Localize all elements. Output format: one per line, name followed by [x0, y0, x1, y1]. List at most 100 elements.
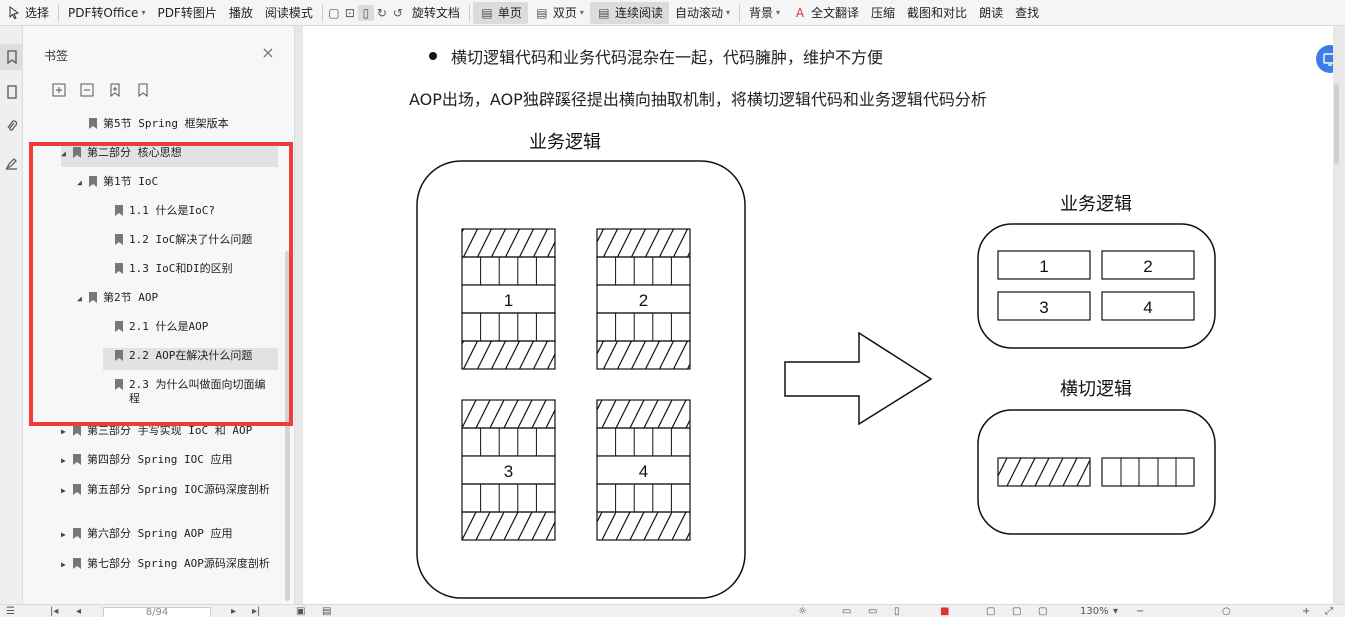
fit-width-icon[interactable]: ▢ — [986, 605, 995, 617]
zoom-slider-handle[interactable]: ○ — [1222, 605, 1231, 617]
extracted-business-block: 2 — [1101, 250, 1195, 280]
sidebar-toggle-icon[interactable]: ☰ — [6, 605, 15, 617]
translate-icon: A — [795, 5, 805, 20]
zoom-level[interactable]: 130% — [1080, 605, 1109, 617]
zoom-out-icon[interactable]: − — [1136, 605, 1144, 617]
bookmark-item[interactable]: ▶ 第六部分 Spring AOP 应用 — [61, 526, 278, 556]
page-icon[interactable]: ▯ — [357, 4, 374, 21]
bookmark-item[interactable]: ▶ 第五部分 Spring IOC源码深度剖析 — [61, 482, 278, 512]
business-module-block: 1 — [461, 228, 556, 370]
bookmark-item[interactable]: ▶ 第三部分 手写实现 IoC 和 AOP — [61, 423, 278, 453]
expand-triangle-icon[interactable]: ▶ — [61, 486, 71, 495]
collapse-triangle-icon[interactable]: ◢ — [77, 294, 87, 303]
bookmark-item[interactable]: 第5节 Spring 框架版本 — [77, 116, 278, 138]
toolbar-item-2[interactable]: PDF转图片 — [151, 2, 222, 24]
brightness-icon[interactable]: ☼ — [798, 605, 807, 617]
toolbar-item-8[interactable]: ▤ 连续阅读 — [589, 1, 669, 24]
bookmark-item[interactable]: 2.2 AOP在解决什么问题 — [103, 348, 278, 370]
toolbar-item-4[interactable]: 阅读模式 — [259, 2, 319, 24]
status-bar: ☰ |◂ ◂ 8/94 ▸ ▸| ▣ ▤ ☼ ▭ ▭ ▯ ■ ▢ ▢ ▢ 130… — [0, 604, 1345, 617]
toolbar-item-7[interactable]: ▤ 双页 ▾ — [528, 2, 590, 24]
toolbar-item-label: PDF转图片 — [157, 6, 217, 20]
first-page-icon[interactable]: |◂ — [50, 605, 58, 617]
collapse-triangle-icon[interactable]: ◢ — [61, 149, 71, 158]
export-icon[interactable]: ▤ — [322, 605, 331, 617]
bookmark-item[interactable]: ▶ 第七部分 Spring AOP源码深度剖析 — [61, 556, 278, 586]
bookmark-item[interactable]: 1.1 什么是IoC? — [103, 203, 278, 225]
bookmark-flag-icon — [115, 205, 123, 216]
crop-icon[interactable]: ⊡ — [342, 5, 358, 21]
chevron-down-icon: ▾ — [776, 8, 781, 17]
bookmark-item[interactable]: 2.3 为什么叫做面向切面编程 — [103, 377, 278, 405]
toolbar-item-10[interactable]: 背景 ▾ — [743, 2, 786, 24]
toolbar-item-13[interactable]: 截图和对比 — [901, 2, 973, 24]
expand-all-icon[interactable] — [51, 82, 66, 97]
toolbar-item-label: 背景 — [748, 6, 773, 20]
zoom-in-icon[interactable]: + — [1302, 605, 1310, 617]
bookmark-label: 第五部分 Spring IOC源码深度剖析 — [87, 483, 270, 496]
toolbar-item-14[interactable]: 朗读 — [973, 2, 1009, 24]
document-scrollbar[interactable] — [1334, 84, 1339, 164]
toolbar-item-6[interactable]: ▤ 单页 — [472, 1, 528, 24]
rotate-left-icon[interactable]: ↺ — [390, 5, 406, 21]
expand-triangle-icon[interactable]: ▶ — [61, 530, 71, 539]
expand-triangle-icon[interactable]: ▶ — [61, 427, 71, 436]
bookmark-tools — [51, 82, 150, 97]
toolbar-item-5[interactable]: 旋转文档 — [406, 2, 466, 24]
collapse-triangle-icon[interactable]: ◢ — [77, 178, 87, 187]
toolbar-item-11[interactable]: A 全文翻译 — [786, 2, 865, 24]
actual-size-icon[interactable]: ▢ — [1038, 605, 1047, 617]
bookmark-icon[interactable] — [135, 82, 150, 97]
view-mode-icon: ▤ — [598, 5, 610, 20]
toolbar-separator — [738, 3, 740, 22]
toolbar-item-0[interactable]: 选择 — [0, 2, 55, 24]
next-page-icon[interactable]: ▸ — [231, 605, 236, 617]
toolbar-item-9[interactable]: 自动滚动 ▾ — [669, 2, 736, 24]
last-page-icon[interactable]: ▸| — [252, 605, 260, 617]
book-view-icon[interactable]: ▯ — [894, 605, 900, 617]
bookmark-label: 第5节 Spring 框架版本 — [103, 117, 229, 130]
bookmark-item[interactable]: ◢ 第二部分 核心思想 — [61, 145, 278, 167]
toolbar-item-1[interactable]: PDF转Office ▾ — [62, 2, 151, 24]
screen-icon[interactable]: ▢ — [326, 5, 342, 21]
toolbar-item-12[interactable]: 压缩 — [865, 2, 901, 24]
bookmark-panel-icon[interactable] — [0, 44, 23, 70]
extracted-business-block: 1 — [997, 250, 1091, 280]
bookmark-label: 第1节 IoC — [103, 175, 159, 188]
fit-page-icon[interactable]: ▢ — [1012, 605, 1021, 617]
bookmark-item[interactable]: ◢ 第1节 IoC — [77, 174, 278, 196]
thumbnail-panel-icon[interactable] — [0, 79, 23, 105]
business-module-block: 2 — [596, 228, 691, 370]
zoom-dropdown-icon[interactable]: ▾ — [1113, 605, 1118, 617]
prev-page-icon[interactable]: ◂ — [76, 605, 81, 617]
toolbar-item-3[interactable]: 播放 — [223, 2, 259, 24]
fullscreen-icon[interactable]: ⤢ — [1325, 605, 1333, 617]
document-area: 横切逻辑代码和业务代码混杂在一起，代码臃肿，维护不方便 AOP出场，AOP独辟蹊… — [295, 26, 1345, 604]
bookmark-item[interactable]: 1.2 IoC解决了什么问题 — [103, 232, 278, 254]
bookmark-label: 第七部分 Spring AOP源码深度剖析 — [87, 557, 270, 570]
business-module-label: 3 — [504, 462, 513, 481]
business-module-block: 3 — [461, 399, 556, 541]
double-page-view-icon[interactable]: ▭ — [868, 605, 877, 617]
rotate-right-icon[interactable]: ↻ — [374, 5, 390, 21]
add-bookmark-icon[interactable] — [107, 82, 122, 97]
toolbar-item-15[interactable]: 查找 — [1009, 2, 1045, 24]
copy-page-icon[interactable]: ▣ — [296, 605, 305, 617]
toolbar-item-label: 截图和对比 — [907, 6, 968, 20]
single-page-view-icon[interactable]: ▭ — [842, 605, 851, 617]
expand-triangle-icon[interactable]: ▶ — [61, 456, 71, 465]
bookmark-item[interactable]: 1.3 IoC和DI的区别 — [103, 261, 278, 283]
left-icon-strip — [0, 26, 23, 604]
signature-icon[interactable] — [0, 150, 23, 176]
bookmark-item[interactable]: 2.1 什么是AOP — [103, 319, 278, 341]
panel-scrollbar[interactable] — [285, 251, 290, 601]
page-number-input[interactable]: 8/94 — [103, 607, 211, 617]
collapse-all-icon[interactable] — [79, 82, 94, 97]
extracted-business-label: 3 — [1039, 298, 1048, 317]
expand-triangle-icon[interactable]: ▶ — [61, 560, 71, 569]
record-icon[interactable]: ■ — [940, 605, 949, 617]
close-icon[interactable]: × — [261, 45, 275, 61]
bookmark-item[interactable]: ◢ 第2节 AOP — [77, 290, 278, 312]
attachment-icon[interactable] — [0, 114, 23, 140]
bookmark-item[interactable]: ▶ 第四部分 Spring IOC 应用 — [61, 452, 278, 482]
